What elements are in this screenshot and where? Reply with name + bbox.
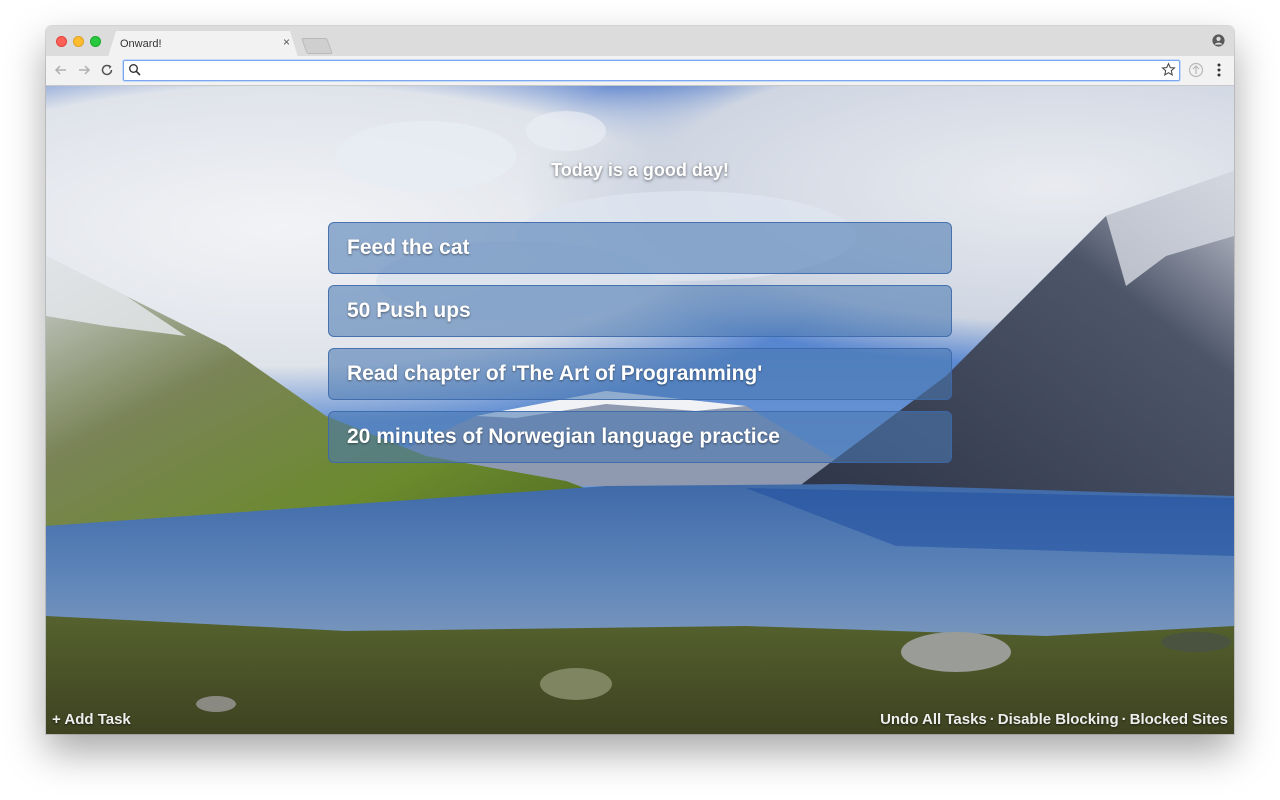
- maximize-window-button[interactable]: [90, 36, 101, 47]
- new-tab-page: Today is a good day! Feed the cat 50 Pus…: [46, 86, 1234, 734]
- blocked-sites-link[interactable]: Blocked Sites: [1130, 711, 1228, 728]
- footer-links: Undo All Tasks · Disable Blocking · Blocked …: [880, 711, 1228, 728]
- star-icon[interactable]: [1161, 62, 1176, 77]
- minimize-window-button[interactable]: [73, 36, 84, 47]
- close-window-button[interactable]: [56, 36, 67, 47]
- extension-icon[interactable]: [1188, 62, 1204, 78]
- task-item[interactable]: 50 Push ups: [328, 285, 952, 337]
- task-item[interactable]: 20 minutes of Norwegian language practic…: [328, 411, 952, 463]
- link-separator: ·: [1121, 711, 1127, 728]
- address-bar[interactable]: [123, 60, 1180, 81]
- reload-icon[interactable]: [99, 62, 115, 78]
- link-separator: ·: [989, 711, 995, 728]
- task-list: Feed the cat 50 Push ups Read chapter of…: [328, 222, 952, 474]
- tab-title: Onward!: [120, 38, 162, 50]
- new-tab-button[interactable]: [301, 38, 333, 54]
- search-icon: [129, 64, 141, 76]
- greeting-text: Today is a good day!: [551, 160, 729, 180]
- disable-blocking-link[interactable]: Disable Blocking: [998, 711, 1119, 728]
- tab-strip: Onward! ×: [46, 26, 1234, 57]
- browser-window: Onward! × Today is a good day! Feed the …: [46, 26, 1234, 734]
- undo-all-tasks-link[interactable]: Undo All Tasks: [880, 711, 987, 728]
- task-item[interactable]: Feed the cat: [328, 222, 952, 274]
- tab-close-icon[interactable]: ×: [283, 36, 290, 48]
- profile-icon[interactable]: [1212, 34, 1225, 47]
- add-task-button[interactable]: + Add Task: [52, 711, 131, 728]
- forward-arrow-icon[interactable]: [76, 62, 92, 78]
- kebab-menu-icon[interactable]: [1214, 62, 1224, 78]
- back-arrow-icon[interactable]: [53, 62, 69, 78]
- browser-toolbar: [46, 56, 1234, 86]
- task-item[interactable]: Read chapter of 'The Art of Programming': [328, 348, 952, 400]
